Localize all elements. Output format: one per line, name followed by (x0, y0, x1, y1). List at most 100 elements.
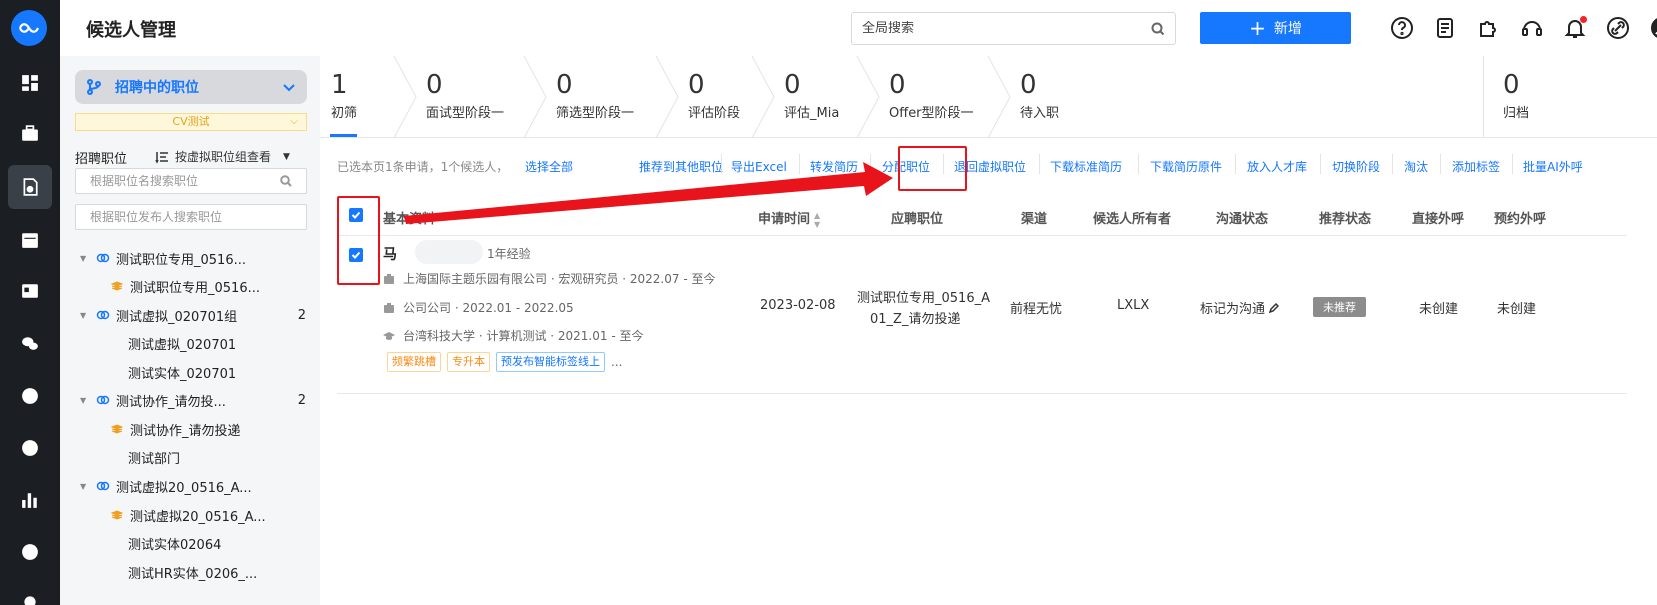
table-row[interactable]: 马 1年经验 上海国际主题乐园有限公司 · 宏观研究员 · 2022.07 - … (337, 236, 1627, 394)
tree-group-item[interactable]: ▼ 测试虚拟20_0516_A... (60, 473, 320, 499)
tree-position-item[interactable]: 测试职位专用_0516... (60, 273, 320, 299)
divider (1039, 154, 1040, 174)
add-to-talent-pool-button[interactable]: 放入人才库 (1247, 158, 1307, 175)
tree-position-item[interactable]: 测试虚拟_020701 (60, 330, 320, 356)
tree-position-item[interactable]: 测试HR实体_0206_... (60, 559, 320, 585)
pencil-icon[interactable] (1268, 302, 1280, 314)
column-header[interactable]: 申请时间 ▲ ▼ (758, 208, 820, 229)
applied-position-line2[interactable]: 01_Z_请勿投递 (870, 308, 960, 327)
tree-group-item[interactable]: ▼ 测试协作_请勿投... 2 (60, 387, 320, 413)
service-headset-icon[interactable] (1520, 16, 1544, 40)
tree-position-item[interactable]: 测试部门 (60, 444, 320, 470)
batch-ai-call-button[interactable]: 批量AI外呼 (1523, 158, 1583, 175)
stage-count: 1 (331, 70, 348, 100)
bar-chart-icon[interactable] (14, 484, 46, 516)
puzzle-icon[interactable] (1477, 16, 1501, 40)
divider (1138, 154, 1139, 174)
branch-icon (85, 78, 103, 96)
thumbs-up-icon[interactable] (14, 380, 46, 412)
publisher-search-input[interactable] (90, 210, 292, 224)
stack-icon (110, 281, 124, 291)
dashboard-icon[interactable] (14, 67, 46, 99)
stage-tab[interactable]: 0 评估阶段 (688, 70, 740, 121)
stage-label: 评估_Mia (784, 106, 840, 121)
candidate-name[interactable]: 马 (383, 244, 397, 264)
column-header-label: 申请时间 (758, 212, 811, 227)
tree-item-label: 测试职位专用_0516... (130, 280, 260, 296)
download-standard-resume-button[interactable]: 下载标准简历 (1050, 158, 1122, 175)
divider (799, 154, 800, 174)
cv-test-selector[interactable]: CV测试 ⌵ (75, 113, 307, 131)
column-header: 沟通状态 (1216, 212, 1269, 227)
forward-resume-button[interactable]: 转发简历 (810, 158, 858, 175)
sort-icon[interactable]: ▲ ▼ (814, 211, 820, 229)
avatar-icon[interactable] (1650, 16, 1657, 40)
id-card-icon[interactable] (14, 275, 46, 307)
section-label: 招聘职位 (75, 152, 128, 167)
download-original-resume-button[interactable]: 下载简历原件 (1150, 158, 1222, 175)
applied-position-line1[interactable]: 测试职位专用_0516_A (857, 287, 990, 306)
calendar-icon[interactable] (14, 224, 46, 256)
position-name-search[interactable] (75, 168, 307, 194)
sort-list-icon (155, 151, 168, 164)
stage-label: 筛选型阶段一 (556, 106, 635, 121)
candidate-icon[interactable] (8, 165, 52, 209)
wechat-icon[interactable] (14, 328, 46, 360)
stage-tab[interactable]: 0 评估_Mia (784, 70, 839, 121)
tree-position-item[interactable]: 测试实体_020701 (60, 359, 320, 385)
divider (721, 154, 722, 174)
global-search-input[interactable] (862, 21, 1151, 36)
stage-tab[interactable]: 0 归档 (1503, 70, 1529, 121)
eliminate-button[interactable]: 淘汰 (1404, 158, 1428, 175)
bell-icon[interactable] (1563, 16, 1587, 40)
group-view-toggle[interactable]: 按虚拟职位组查看 ▼ (155, 148, 290, 165)
tree-item-label: 测试实体_020701 (128, 366, 237, 382)
app-logo[interactable] (11, 10, 47, 46)
more-nav-icon[interactable] (14, 586, 46, 605)
add-tag-button[interactable]: 添加标签 (1452, 158, 1500, 175)
main-content: 1 初筛 0 面试型阶段一 0 筛选型阶段一 0 评估阶段 0 评估_Mia 0… (320, 55, 1657, 605)
comm-status-label: 标记为沟通 (1200, 302, 1266, 317)
annotation-highlight-assign-position (898, 146, 967, 191)
more-tags[interactable]: ... (611, 355, 622, 369)
divider (1512, 154, 1513, 174)
comm-status[interactable]: 标记为沟通 (1200, 298, 1280, 317)
search-icon (1151, 22, 1165, 35)
tree-position-item[interactable]: 测试实体02064 (60, 530, 320, 556)
search-icon (280, 175, 292, 187)
stage-tab[interactable]: 0 筛选型阶段一 (556, 70, 634, 121)
group-view-label: 按虚拟职位组查看 (175, 150, 272, 164)
tree-group-item[interactable]: ▼ 测试职位专用_0516... (60, 245, 320, 271)
stage-tabs: 1 初筛 0 面试型阶段一 0 筛选型阶段一 0 评估阶段 0 评估_Mia 0… (320, 55, 1657, 139)
work-experience-line: 公司公司 · 2022.01 - 2022.05 (383, 299, 574, 316)
stack-icon (110, 424, 124, 434)
publisher-search[interactable] (75, 204, 307, 230)
tree-item-label: 测试虚拟20_0516_A... (130, 509, 266, 525)
tree-position-item[interactable]: 测试虚拟20_0516_A... (60, 502, 320, 528)
apply-date: 2023-02-08 (760, 298, 836, 313)
stage-tab[interactable]: 0 面试型阶段一 (426, 70, 504, 121)
select-all-link[interactable]: 选择全部 (525, 158, 573, 175)
export-excel-button[interactable]: 导出Excel (731, 158, 787, 175)
work-text: 上海国际主题乐园有限公司 · 宏观研究员 · 2022.07 - 至今 (403, 272, 716, 286)
add-button[interactable]: + 新增 (1200, 12, 1351, 44)
document-icon[interactable] (1433, 16, 1457, 40)
position-name-search-input[interactable] (90, 174, 280, 188)
briefcase-icon[interactable] (14, 118, 46, 150)
stage-tab[interactable]: 0 待入职 (1020, 70, 1059, 121)
stage-tab[interactable]: 0 Offer型阶段一 (889, 70, 974, 121)
stage-tab[interactable]: 1 初筛 (331, 70, 357, 121)
switch-stage-button[interactable]: 切换阶段 (1332, 158, 1380, 175)
global-search[interactable] (851, 12, 1176, 45)
stage-label: Offer型阶段一 (889, 106, 974, 121)
user-circle-icon[interactable] (14, 536, 46, 568)
tree-position-item[interactable]: 测试协作_请勿投递 (60, 416, 320, 442)
tree-item-label: 测试职位专用_0516... (116, 252, 246, 268)
recommend-other-position-button[interactable]: 推荐到其他职位 (639, 158, 723, 175)
link-icon[interactable] (1606, 16, 1630, 40)
pie-chart-icon[interactable] (14, 432, 46, 464)
tree-group-item[interactable]: ▼ 测试虚拟_020701组 2 (60, 302, 320, 328)
selection-info: 已选本页1条申请，1个候选人， (337, 160, 509, 174)
help-icon[interactable] (1390, 16, 1414, 40)
position-filter-select[interactable]: 招聘中的职位 (75, 70, 307, 104)
